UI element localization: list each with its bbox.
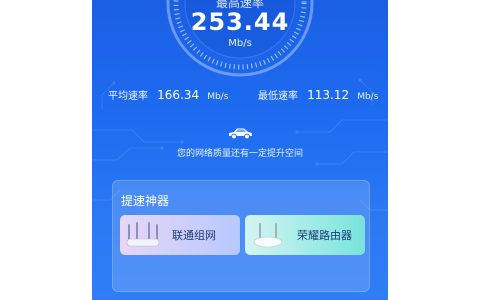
lowest-speed-unit: Mb/s (357, 92, 379, 102)
average-speed-unit: Mb/s (207, 92, 229, 102)
network-quality-hint: 您的网络质量还有一定提升空间 (176, 149, 303, 159)
mesh-network-label: 联通组网 (172, 229, 216, 242)
booster-card: 提速神器 联通组网 荣耀路由器 (112, 180, 370, 292)
highest-speed-value: 253.44 (190, 8, 290, 36)
average-speed-value: 166.34 (157, 88, 200, 102)
mesh-network-tile[interactable]: 联通组网 (120, 215, 240, 255)
average-speed-label: 平均速率 (108, 91, 148, 102)
booster-title: 提速神器 (121, 194, 170, 208)
highest-speed-unit: Mb/s (228, 38, 252, 49)
lowest-speed-value: 113.12 (307, 88, 350, 102)
average-speed: 平均速率 166.34 Mb/s (108, 84, 228, 103)
router-icon (253, 223, 283, 248)
router-icon (126, 222, 160, 247)
lowest-speed-label: 最低速率 (258, 91, 298, 102)
car-icon (229, 128, 252, 140)
honor-router-tile[interactable]: 荣耀路由器 (245, 215, 365, 255)
lowest-speed: 最低速率 113.12 Mb/s (258, 84, 378, 103)
honor-router-label: 荣耀路由器 (297, 229, 352, 242)
speed-test-screen: 最高速率 253.44 Mb/s 平均速率 166.34 Mb/s 最低速率 1… (92, 0, 388, 300)
